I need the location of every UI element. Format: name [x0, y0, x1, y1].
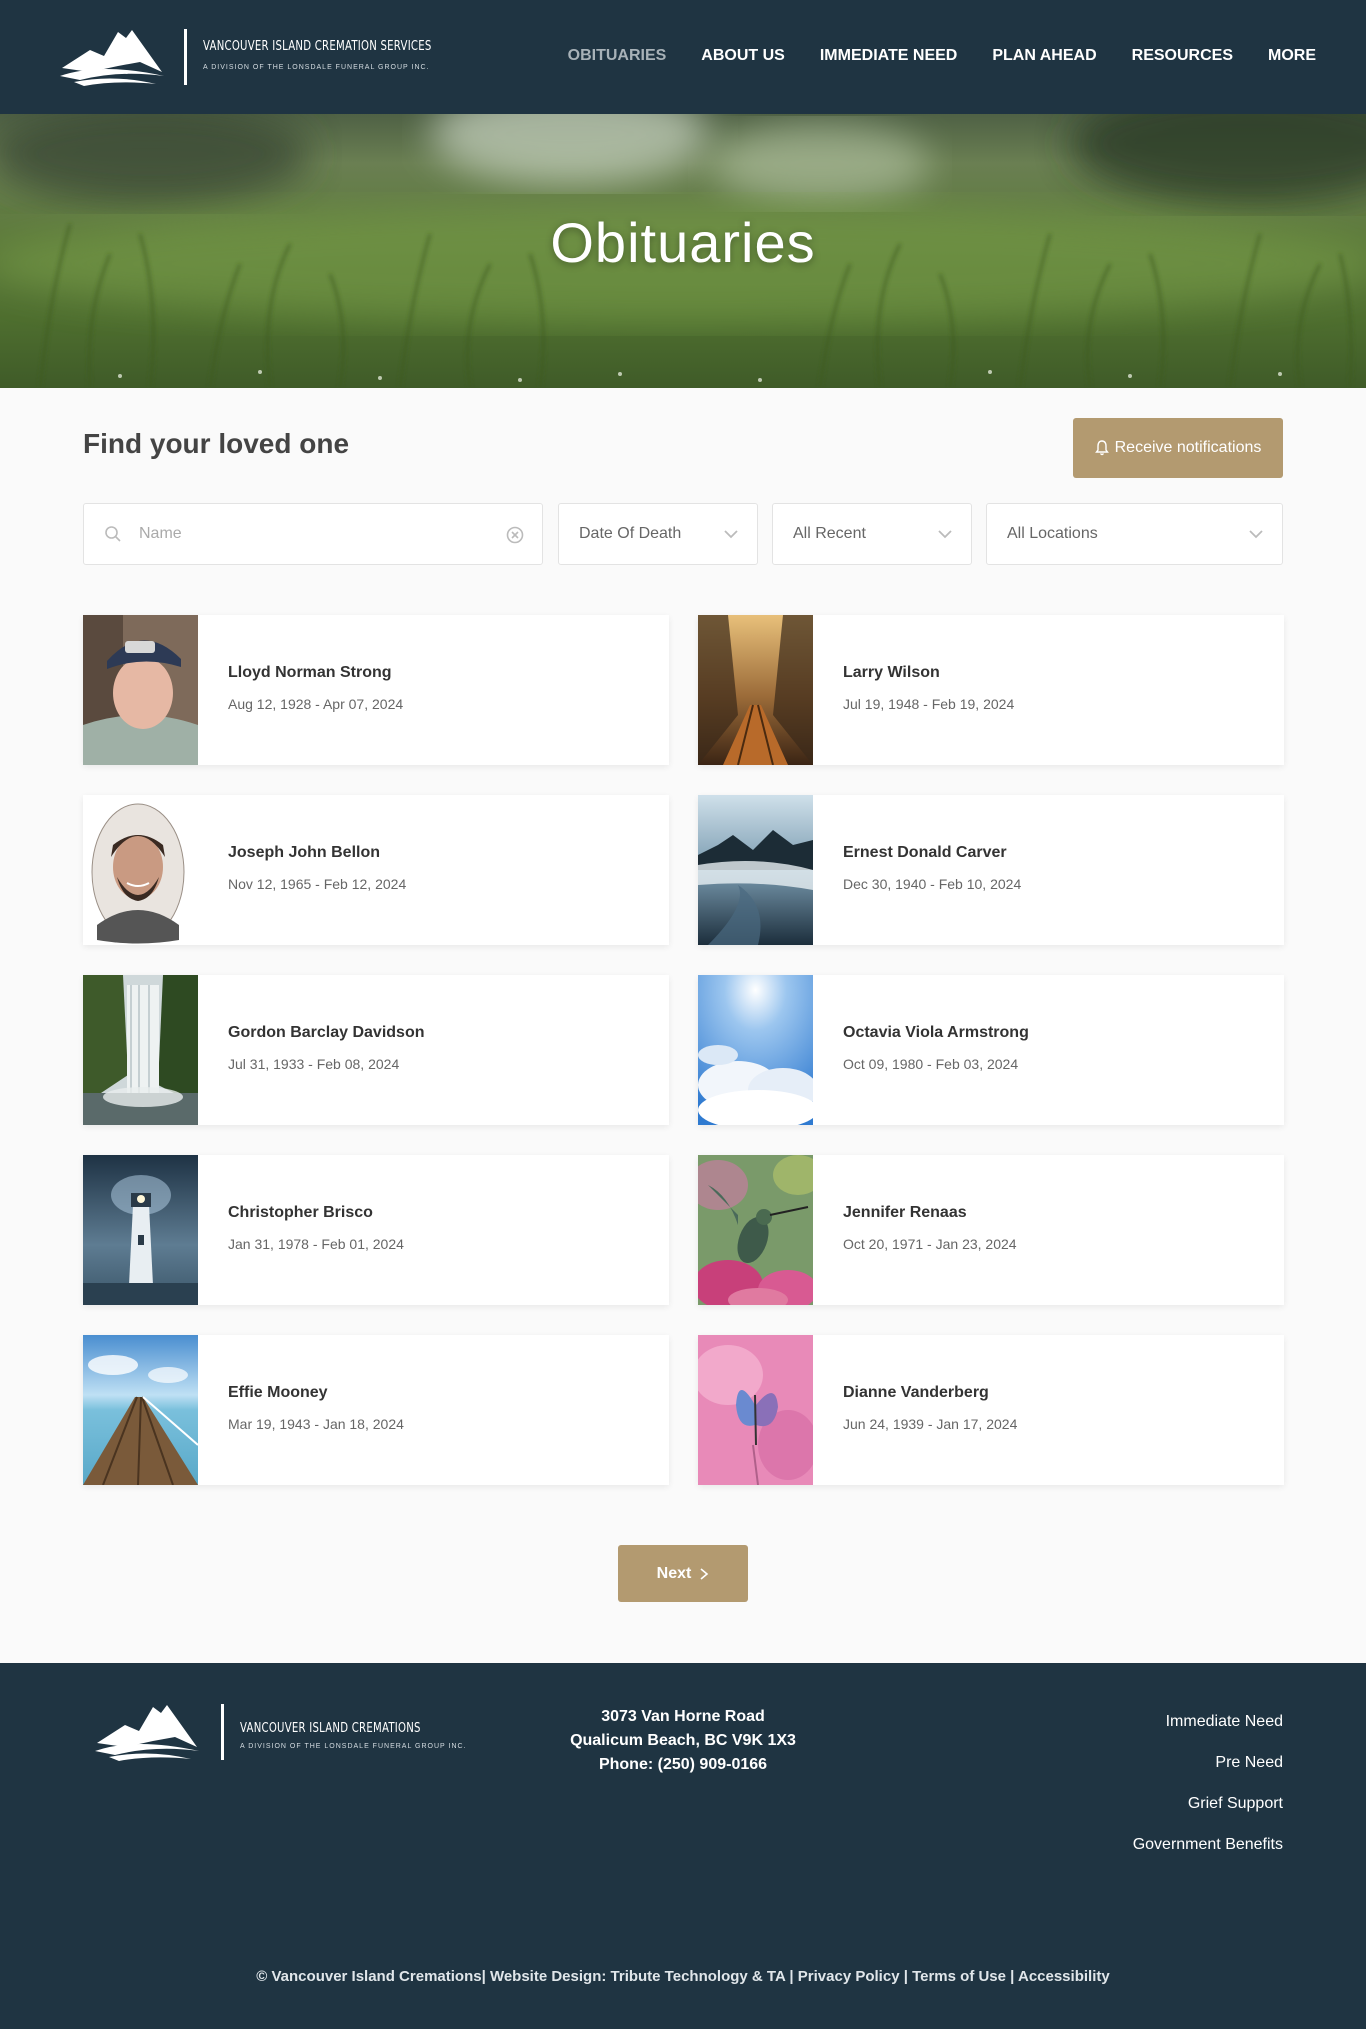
obituary-card[interactable]: Ernest Donald Carver Dec 30, 1940 - Feb …: [698, 795, 1284, 945]
accessibility-link[interactable]: Accessibility: [1018, 1968, 1110, 1985]
privacy-policy-link[interactable]: Privacy Policy: [798, 1968, 900, 1985]
copyright-text: © Vancouver Island Cremations| Website D…: [256, 1968, 786, 1985]
footer-link-grief-support[interactable]: Grief Support: [1133, 1795, 1283, 1813]
receive-notifications-label: Receive notifications: [1114, 439, 1262, 456]
chevron-down-icon: [1249, 530, 1263, 539]
logo-subtitle: A DIVISION OF THE LONSDALE FUNERAL GROUP…: [203, 64, 430, 71]
logo-name: VANCOUVER ISLAND CREMATION SERVICES: [203, 39, 432, 54]
date-of-death-select[interactable]: Date Of Death: [558, 503, 758, 565]
obituary-name: Ernest Donald Carver: [843, 844, 1007, 861]
obituary-name: Christopher Brisco: [228, 1204, 373, 1221]
obituary-dates: Jun 24, 1939 - Jan 17, 2024: [843, 1416, 1018, 1432]
obituary-name: Gordon Barclay Davidson: [228, 1024, 425, 1041]
obituary-photo: [83, 975, 198, 1125]
obituary-dates: Jan 31, 1978 - Feb 01, 2024: [228, 1236, 404, 1252]
obituary-photo: [698, 795, 813, 945]
name-search-field: [83, 503, 543, 565]
main-nav: OBITUARIES ABOUT US IMMEDIATE NEED PLAN …: [568, 47, 1316, 65]
footer-logo[interactable]: VANCOUVER ISLAND CREMATIONS A DIVISION O…: [95, 1701, 475, 1765]
nav-more[interactable]: MORE: [1268, 47, 1316, 65]
footer-logo-subtitle: A DIVISION OF THE LONSDALE FUNERAL GROUP…: [240, 1743, 467, 1750]
obituary-card[interactable]: Christopher Brisco Jan 31, 1978 - Feb 01…: [83, 1155, 669, 1305]
obituary-photo: [83, 1155, 198, 1305]
chevron-right-icon: [700, 1567, 709, 1580]
obituary-name: Lloyd Norman Strong: [228, 664, 392, 681]
obituary-photo: [698, 1335, 813, 1485]
nav-resources[interactable]: RESOURCES: [1132, 47, 1233, 65]
obituary-card[interactable]: Octavia Viola Armstrong Oct 09, 1980 - F…: [698, 975, 1284, 1125]
clear-icon[interactable]: [506, 526, 524, 544]
obituary-photo: [83, 1335, 198, 1485]
obituary-name: Octavia Viola Armstrong: [843, 1024, 1029, 1041]
next-page-button[interactable]: Next: [618, 1545, 748, 1602]
hero-banner: Obituaries: [0, 114, 1366, 388]
recent-select[interactable]: All Recent: [772, 503, 972, 565]
obituary-dates: Nov 12, 1965 - Feb 12, 2024: [228, 876, 407, 892]
site-footer: VANCOUVER ISLAND CREMATIONS A DIVISION O…: [0, 1663, 1366, 2029]
obituary-card[interactable]: Effie Mooney Mar 19, 1943 - Jan 18, 2024: [83, 1335, 669, 1485]
obituary-dates: Dec 30, 1940 - Feb 10, 2024: [843, 876, 1022, 892]
obituary-card[interactable]: Jennifer Renaas Oct 20, 1971 - Jan 23, 2…: [698, 1155, 1284, 1305]
search-icon: [105, 526, 121, 542]
obituary-name: Jennifer Renaas: [843, 1204, 967, 1221]
obituary-name: Larry Wilson: [843, 664, 940, 681]
mountain-logo-icon: [60, 30, 164, 86]
obituary-photo: [698, 615, 813, 765]
terms-of-use-link[interactable]: Terms of Use: [912, 1968, 1006, 1985]
copyright-bar: © Vancouver Island Cremations| Website D…: [256, 1968, 1110, 1985]
page-title: Obituaries: [550, 211, 816, 274]
date-of-death-value: Date Of Death: [579, 525, 682, 542]
footer-link-immediate-need[interactable]: Immediate Need: [1133, 1713, 1283, 1731]
logo-divider: [184, 29, 187, 85]
name-input[interactable]: [139, 504, 479, 564]
mountain-logo-icon: [95, 1705, 199, 1761]
nav-plan-ahead[interactable]: PLAN AHEAD: [992, 47, 1096, 65]
chevron-down-icon: [938, 530, 952, 539]
obituary-photo: [698, 975, 813, 1125]
location-value: All Locations: [1007, 525, 1098, 542]
site-logo[interactable]: VANCOUVER ISLAND CREMATION SERVICES A DI…: [60, 26, 432, 90]
obituary-name: Joseph John Bellon: [228, 844, 381, 861]
next-label: Next: [656, 1564, 692, 1582]
obituary-name: Dianne Vanderberg: [843, 1384, 989, 1401]
find-title: Find your loved one: [83, 428, 350, 459]
footer-link-pre-need[interactable]: Pre Need: [1133, 1754, 1283, 1772]
receive-notifications-button[interactable]: Receive notifications: [1073, 418, 1283, 478]
phone: Phone: (250) 909-0166: [598, 1756, 768, 1773]
obituary-photo: [698, 1155, 813, 1305]
footer-logo-name: VANCOUVER ISLAND CREMATIONS: [240, 1721, 421, 1736]
obituary-name: Effie Mooney: [228, 1384, 328, 1401]
nav-about-us[interactable]: ABOUT US: [701, 47, 785, 65]
address-line-1: 3073 Van Horne Road: [601, 1708, 765, 1725]
obituary-dates: Aug 12, 1928 - Apr 07, 2024: [228, 696, 404, 712]
footer-link-government-benefits[interactable]: Government Benefits: [1133, 1836, 1283, 1854]
address-line-2: Qualicum Beach, BC V9K 1X3: [570, 1732, 796, 1749]
nav-immediate-need[interactable]: IMMEDIATE NEED: [820, 47, 957, 65]
obituary-dates: Mar 19, 1943 - Jan 18, 2024: [228, 1416, 404, 1432]
obituary-card[interactable]: Gordon Barclay Davidson Jul 31, 1933 - F…: [83, 975, 669, 1125]
location-select[interactable]: All Locations: [986, 503, 1283, 565]
obituary-card[interactable]: Dianne Vanderberg Jun 24, 1939 - Jan 17,…: [698, 1335, 1284, 1485]
obituary-photo: [83, 795, 198, 945]
chevron-down-icon: [724, 530, 738, 539]
obituary-photo: [83, 615, 198, 765]
bell-icon: [1094, 440, 1109, 456]
obituary-card[interactable]: Larry Wilson Jul 19, 1948 - Feb 19, 2024: [698, 615, 1284, 765]
nav-obituaries[interactable]: OBITUARIES: [568, 47, 667, 65]
obituary-dates: Jul 31, 1933 - Feb 08, 2024: [228, 1056, 400, 1072]
logo-divider: [221, 1704, 224, 1760]
footer-address: 3073 Van Horne Road Qualicum Beach, BC V…: [483, 1705, 883, 1777]
obituary-dates: Oct 09, 1980 - Feb 03, 2024: [843, 1056, 1019, 1072]
recent-value: All Recent: [793, 525, 866, 542]
obituary-card[interactable]: Joseph John Bellon Nov 12, 1965 - Feb 12…: [83, 795, 669, 945]
obituary-card[interactable]: Lloyd Norman Strong Aug 12, 1928 - Apr 0…: [83, 615, 669, 765]
obituary-dates: Jul 19, 1948 - Feb 19, 2024: [843, 696, 1015, 712]
obituary-dates: Oct 20, 1971 - Jan 23, 2024: [843, 1236, 1017, 1252]
site-header: VANCOUVER ISLAND CREMATION SERVICES A DI…: [0, 0, 1366, 114]
footer-links: Immediate Need Pre Need Grief Support Go…: [1133, 1713, 1283, 1877]
